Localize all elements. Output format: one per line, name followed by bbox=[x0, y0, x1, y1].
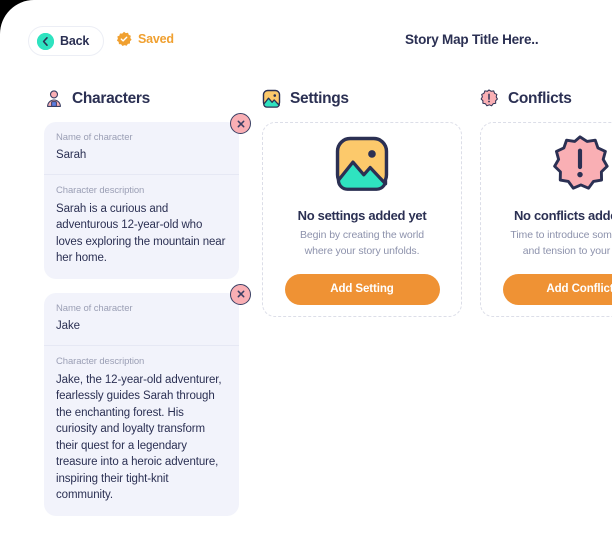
settings-empty-subtitle: Begin by creating the world where your s… bbox=[300, 228, 424, 258]
column-characters: Characters Name of character Sarah Chara… bbox=[44, 88, 262, 530]
close-icon[interactable] bbox=[230, 113, 251, 134]
character-name-value: Sarah bbox=[56, 149, 87, 161]
settings-empty-subtitle-line1: Begin by creating the world bbox=[300, 229, 424, 242]
settings-empty-card: No settings added yet Begin by creating … bbox=[262, 122, 462, 317]
character-name-label: Name of character bbox=[56, 132, 133, 143]
exclamation-burst-icon bbox=[551, 134, 609, 192]
page-title: Story Map Title Here.. bbox=[405, 32, 539, 47]
conflicts-empty-subtitle-line1: Time to introduce some drama bbox=[510, 229, 612, 242]
close-icon[interactable] bbox=[230, 283, 251, 305]
settings-empty-subtitle-line2: where your story unfolds. bbox=[304, 244, 420, 257]
saved-badge-check-icon bbox=[116, 31, 132, 47]
add-conflict-button[interactable]: Add Conflict bbox=[502, 273, 612, 305]
column-settings: Settings No settings added yet Begin by … bbox=[262, 88, 480, 530]
image-landscape-icon bbox=[262, 89, 282, 109]
character-name-section: Name of character Sarah bbox=[44, 122, 239, 174]
back-button-label: Back bbox=[60, 34, 90, 48]
saved-status-label: Saved bbox=[138, 32, 174, 46]
character-description-value: Sarah is a curious and adventurous 12-ye… bbox=[56, 202, 226, 265]
column-header-conflicts: Conflicts bbox=[480, 88, 612, 110]
character-description-value: Jake, the 12-year-old adventurer, fearle… bbox=[56, 373, 222, 502]
add-setting-button[interactable]: Add Setting bbox=[284, 273, 440, 305]
character-card[interactable]: Name of character Jake Character descrip… bbox=[44, 283, 251, 516]
character-name-section: Name of character Jake bbox=[44, 293, 239, 345]
column-header-settings: Settings bbox=[262, 88, 480, 110]
column-conflicts: Conflicts No conflicts added yet Time to… bbox=[480, 88, 612, 530]
column-header-characters: Characters bbox=[44, 88, 262, 110]
exclamation-burst-icon bbox=[480, 89, 500, 109]
character-name-value: Jake bbox=[56, 319, 80, 332]
conflicts-empty-title: No conflicts added yet bbox=[513, 208, 612, 224]
person-icon bbox=[44, 89, 64, 109]
character-card[interactable]: Name of character Sarah Character descri… bbox=[44, 113, 251, 279]
columns-container: Characters Name of character Sarah Chara… bbox=[0, 88, 612, 530]
character-description-label: Character description bbox=[56, 355, 145, 367]
character-description-section: Character description Jake, the 12-year-… bbox=[44, 346, 239, 516]
saved-status: Saved bbox=[116, 31, 174, 47]
character-description-section: Character description Sarah is a curious… bbox=[44, 175, 239, 279]
conflicts-empty-card: No conflicts added yet Time to introduce… bbox=[480, 122, 612, 317]
top-bar: Back Saved Story Map Title Here.. bbox=[0, 0, 612, 80]
story-map-page: Back Saved Story Map Title Here.. Charac… bbox=[0, 0, 612, 534]
back-button[interactable]: Back bbox=[28, 26, 105, 56]
character-description-label: Character description bbox=[56, 184, 145, 196]
column-title-conflicts: Conflicts bbox=[508, 90, 572, 107]
conflicts-empty-subtitle-line2: and tension to your story. bbox=[522, 244, 612, 257]
column-title-settings: Settings bbox=[290, 90, 349, 107]
conflicts-empty-subtitle: Time to introduce some drama and tension… bbox=[510, 228, 612, 258]
chevron-left-circle-icon bbox=[37, 32, 54, 50]
character-name-label: Name of character bbox=[56, 302, 133, 314]
column-title-characters: Characters bbox=[72, 90, 150, 107]
image-landscape-icon bbox=[333, 134, 391, 192]
settings-empty-title: No settings added yet bbox=[297, 208, 427, 224]
